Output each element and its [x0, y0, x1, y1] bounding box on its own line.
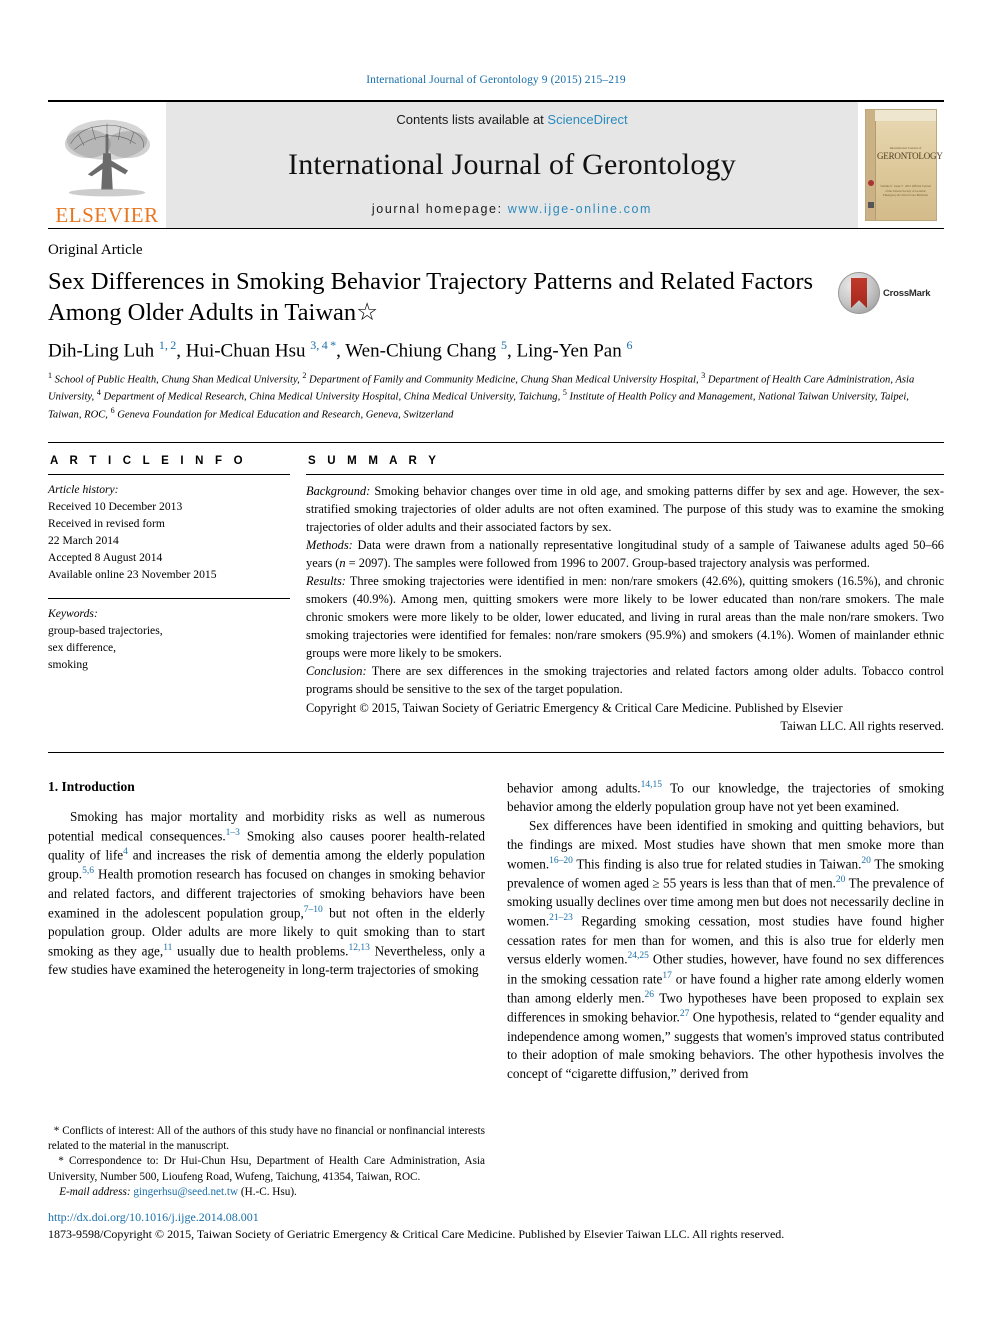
page-footer: http://dx.doi.org/10.1016/j.ijge.2014.08…: [48, 1210, 948, 1242]
article-type: Original Article: [48, 242, 143, 258]
journal-title: International Journal of Gerontology: [288, 147, 736, 181]
intro-paragraph-right-2: Sex differences have been identified in …: [507, 818, 945, 1082]
abstract-body: Background: Smoking behavior changes ove…: [306, 483, 944, 736]
keyword-2: smoking: [48, 657, 88, 671]
abstract-copyright-line-2: Taiwan LLC. All rights reserved.: [780, 719, 944, 734]
contents-prefix: Contents lists available at: [396, 112, 548, 127]
cover-dark-mark: [867, 202, 874, 208]
article-history: Article history: Received 10 December 20…: [48, 482, 290, 584]
abstract-panel: A R T I C L E I N F O Article history: R…: [48, 442, 944, 754]
results-label: Results:: [306, 574, 346, 589]
doi-link[interactable]: http://dx.doi.org/10.1016/j.ijge.2014.08…: [48, 1210, 948, 1226]
affiliations: 1 School of Public Health, Chung Shan Me…: [48, 370, 915, 421]
crossmark-badge[interactable]: CrossMark: [838, 272, 936, 314]
methods-label: Methods:: [306, 538, 353, 553]
conclusion-text: There are sex differences in the smoking…: [306, 664, 944, 697]
footnote-email-line: E-mail address: gingerhsu@seed.net.tw (H…: [48, 1186, 485, 1198]
sciencedirect-link[interactable]: ScienceDirect: [547, 112, 627, 127]
abstract-conclusion: Conclusion: There are sex differences in…: [306, 663, 944, 699]
journal-masthead: ELSEVIER Contents lists available at Sci…: [48, 100, 944, 228]
author-list: Dih-Ling Luh 1, 2, Hui-Chuan Hsu 3, 4 *,…: [48, 338, 633, 362]
title-block: Sex Differences in Smoking Behavior Traj…: [48, 266, 944, 328]
keyword-0: group-based trajectories,: [48, 623, 163, 637]
keywords-label: Keywords:: [48, 606, 98, 620]
summary-rule: [306, 474, 944, 476]
section-title-introduction: 1. Introduction: [48, 779, 135, 795]
paper-page: International Journal of Gerontology 9 (…: [0, 0, 992, 1323]
contents-available-line: Contents lists available at ScienceDirec…: [396, 112, 627, 127]
email-suffix: (H.-C. Hsu).: [240, 1185, 297, 1198]
history-line-1: Received in revised form: [48, 517, 165, 531]
elsevier-wordmark: ELSEVIER: [55, 203, 159, 227]
journal-homepage-line: journal homepage: www.ijge-online.com: [372, 202, 652, 216]
footnote-star-icon: *: [53, 1125, 60, 1137]
footnote-conflicts-text: Conflicts of interest: All of the author…: [48, 1125, 485, 1153]
abstract-methods: Methods: Data were drawn from a national…: [306, 537, 944, 573]
cover-red-mark: [867, 180, 874, 186]
keywords-rule: [48, 597, 290, 599]
intro-paragraph-right-1: behavior among adults.14,15 To our knowl…: [507, 780, 945, 815]
footnote-correspondence-text: Correspondence to: Dr Hui-Chun Hsu, Depa…: [48, 1155, 486, 1183]
body-left-column: 1. Introduction Smoking has major mortal…: [48, 779, 485, 1084]
crossmark-icon: [838, 272, 880, 314]
conclusion-label: Conclusion:: [306, 664, 367, 679]
article-info-column: A R T I C L E I N F O Article history: R…: [48, 455, 306, 736]
elsevier-tree-icon: [64, 119, 151, 197]
cover-top-band: [875, 110, 936, 121]
footnote-conflicts: * Conflicts of interest: All of the auth…: [48, 1124, 485, 1154]
history-line-4: Available online 23 November 2015: [48, 567, 217, 581]
intro-paragraph-left-1: Smoking has major mortality and morbidit…: [48, 809, 485, 977]
homepage-url-link[interactable]: www.ijge-online.com: [508, 202, 652, 216]
email-label: E-mail address:: [59, 1185, 131, 1198]
article-title: Sex Differences in Smoking Behavior Traj…: [48, 268, 814, 327]
background-label: Background:: [306, 484, 371, 499]
history-line-0: Received 10 December 2013: [48, 500, 183, 514]
article-info-heading: A R T I C L E I N F O: [50, 455, 247, 468]
results-text: Three smoking trajectories were identifi…: [306, 574, 944, 661]
cover-footer-text: Volume 9 · Issue 3 · 2015 Official Journ…: [880, 184, 931, 197]
body-columns: 1. Introduction Smoking has major mortal…: [48, 779, 944, 1084]
abstract-copyright-line-1: Copyright © 2015, Taiwan Society of Geri…: [306, 701, 843, 716]
abstract-results: Results: Three smoking trajectories were…: [306, 573, 944, 663]
email-address-link[interactable]: gingerhsu@seed.net.tw: [133, 1186, 238, 1198]
history-line-3: Accepted 8 August 2014: [48, 550, 163, 564]
keywords-block: Keywords: group-based trajectories, sex …: [48, 606, 290, 674]
summary-column: S U M M A R Y Background: Smoking behavi…: [306, 455, 944, 736]
running-head: International Journal of Gerontology 9 (…: [366, 74, 626, 86]
footnote-correspondence: * Correspondence to: Dr Hui-Chun Hsu, De…: [48, 1154, 485, 1184]
article-history-label: Article history:: [48, 483, 119, 497]
homepage-label: journal homepage:: [371, 202, 508, 216]
elsevier-logo: ELSEVIER: [48, 102, 166, 228]
issn-copyright-line: 1873-9598/Copyright © 2015, Taiwan Socie…: [48, 1226, 785, 1241]
body-right-column: behavior among adults.14,15 To our knowl…: [507, 779, 944, 1084]
journal-cover-container: International Journal of GERONTOLOGY Vol…: [858, 102, 944, 228]
footnotes-block: * Conflicts of interest: All of the auth…: [48, 1124, 485, 1209]
cover-small-title: International Journal of: [889, 146, 922, 150]
keyword-1: sex difference,: [48, 640, 117, 654]
masthead-center: Contents lists available at ScienceDirec…: [166, 102, 858, 228]
abstract-background: Background: Smoking behavior changes ove…: [306, 483, 944, 537]
methods-text: Data were drawn from a nationally repres…: [306, 538, 944, 571]
journal-cover-thumbnail: International Journal of GERONTOLOGY Vol…: [865, 109, 943, 221]
crossmark-label: CrossMark: [883, 287, 931, 299]
masthead-bottom-rule: [48, 228, 944, 229]
cover-main-title: GERONTOLOGY: [877, 151, 943, 161]
footnote-bullet-icon: *: [58, 1155, 64, 1168]
history-line-2: 22 March 2014: [48, 534, 119, 547]
background-text: Smoking behavior changes over time in ol…: [306, 484, 944, 535]
summary-heading: S U M M A R Y: [308, 455, 441, 468]
article-info-rule: [48, 474, 290, 476]
